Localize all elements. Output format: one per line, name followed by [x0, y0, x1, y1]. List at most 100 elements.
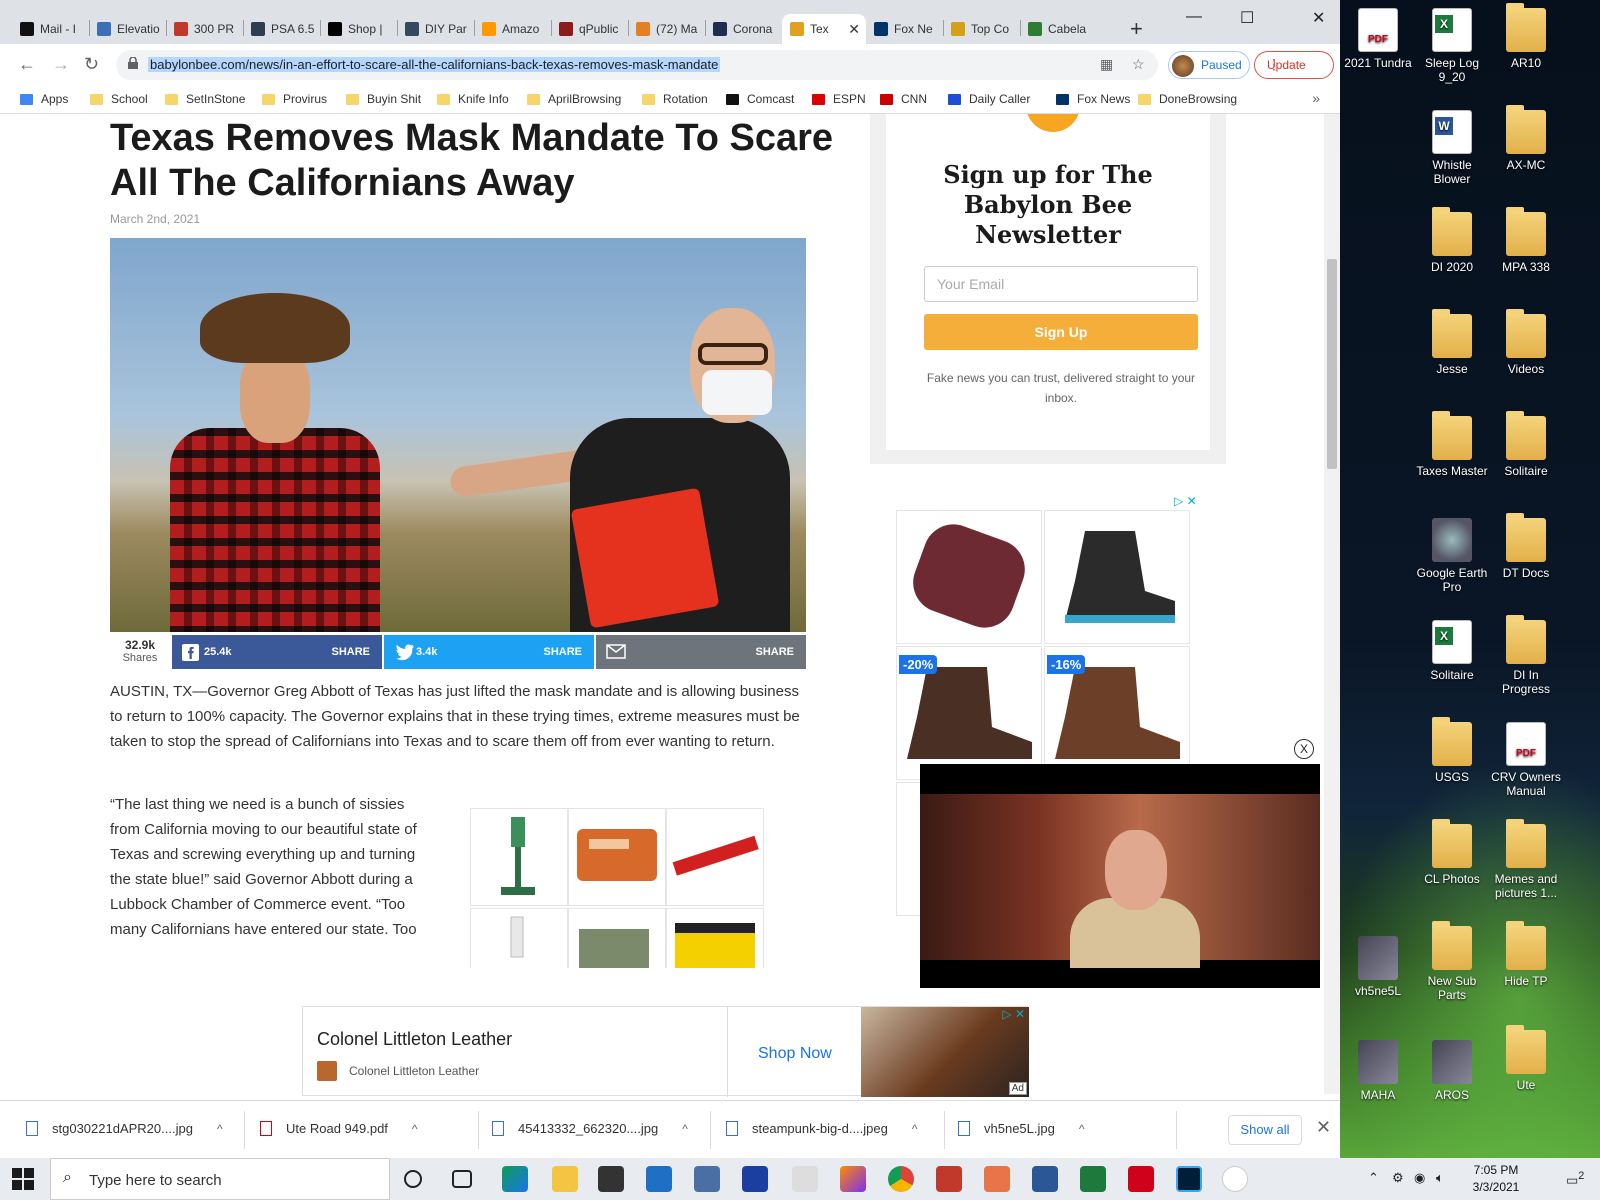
- desktop-icon[interactable]: Whistle Blower: [1414, 110, 1490, 186]
- download-item[interactable]: steampunk-big-d....jpeg ^: [726, 1121, 918, 1136]
- email-share-button[interactable]: SHARE: [596, 635, 806, 669]
- forward-icon[interactable]: →: [52, 54, 70, 75]
- ad-product-tile[interactable]: [896, 510, 1042, 644]
- show-all-downloads-button[interactable]: Show all: [1228, 1115, 1302, 1145]
- reload-icon[interactable]: ↻: [84, 54, 99, 75]
- taskbar-clock[interactable]: 7:05 PM 3/3/2021: [1456, 1162, 1536, 1196]
- ad-product-tile[interactable]: -20%: [896, 646, 1042, 780]
- desktop-icon[interactable]: New Sub Parts: [1414, 921, 1490, 1002]
- ad-product-tile[interactable]: [568, 808, 666, 906]
- desktop-icon[interactable]: DI In Progress: [1488, 615, 1564, 696]
- tray-app-icon[interactable]: ⚙: [1392, 1170, 1404, 1186]
- desktop-icon[interactable]: MAHA: [1340, 1040, 1416, 1102]
- facebook-share-button[interactable]: 25.4k SHARE: [172, 635, 382, 669]
- itunes-icon[interactable]: [1222, 1166, 1248, 1192]
- close-window-button[interactable]: ✕: [1312, 8, 1325, 28]
- bottom-banner-ad[interactable]: Colonel Littleton Leather Colonel Little…: [302, 1006, 1029, 1097]
- tab-2[interactable]: 300 PR: [166, 14, 243, 44]
- bookmark-item[interactable]: Rotation: [642, 92, 708, 106]
- chevron-up-icon[interactable]: ^: [412, 1122, 418, 1136]
- tab-11[interactable]: Fox Ne: [866, 14, 943, 44]
- desktop-icon[interactable]: Solitaire: [1488, 411, 1564, 478]
- tab-0[interactable]: Mail - I: [12, 14, 89, 44]
- close-tab-icon[interactable]: ✕: [848, 21, 860, 38]
- bookmark-item[interactable]: SetInStone: [165, 92, 245, 106]
- notifications-icon[interactable]: ▭2: [1566, 1170, 1584, 1188]
- ad-product-tile[interactable]: [666, 808, 764, 906]
- network-icon[interactable]: ◉: [1414, 1170, 1425, 1186]
- desktop-icon[interactable]: Google Earth Pro: [1414, 518, 1490, 594]
- store-icon[interactable]: [598, 1166, 624, 1192]
- desktop-icon[interactable]: Sleep Log 9_20: [1414, 8, 1490, 84]
- star-icon[interactable]: ☆: [1132, 56, 1145, 73]
- excel-icon[interactable]: [1080, 1166, 1106, 1192]
- desktop-icon[interactable]: Solitaire: [1414, 620, 1490, 682]
- qr-icon[interactable]: ▦: [1100, 56, 1113, 73]
- tab-1[interactable]: Elevatio: [89, 14, 166, 44]
- desktop-icon[interactable]: 2021 Tundra: [1340, 8, 1416, 70]
- download-item[interactable]: 45413332_662320....jpg ^: [492, 1121, 688, 1136]
- ad-product-tile[interactable]: [1044, 510, 1190, 644]
- taskbar-search[interactable]: ⌕ Type here to search: [50, 1158, 390, 1200]
- page-scrollbar[interactable]: [1324, 114, 1340, 1094]
- chrome-icon[interactable]: [888, 1166, 914, 1192]
- tab-13[interactable]: Cabela: [1020, 14, 1097, 44]
- tray-chevron-icon[interactable]: ⌃: [1368, 1170, 1379, 1186]
- floating-video-player[interactable]: [920, 764, 1320, 988]
- tab-3[interactable]: PSA 6.5: [243, 14, 320, 44]
- desktop-icon[interactable]: vh5ne5L: [1340, 936, 1416, 998]
- email-input[interactable]: [924, 266, 1198, 302]
- firefox-icon[interactable]: [840, 1166, 866, 1192]
- inline-product-ad[interactable]: ▷ ✕: [470, 806, 776, 968]
- desktop-icon[interactable]: DI 2020: [1414, 207, 1490, 274]
- bookmark-item[interactable]: Daily Caller: [948, 92, 1030, 106]
- acrobat-icon[interactable]: [1128, 1166, 1154, 1192]
- tab-5[interactable]: DIY Par: [397, 14, 474, 44]
- update-button[interactable]: Update ⋮: [1254, 51, 1334, 79]
- cortana-icon[interactable]: [404, 1170, 422, 1188]
- ad-product-tile[interactable]: [568, 908, 666, 968]
- sign-up-button[interactable]: Sign Up: [924, 314, 1198, 350]
- address-url[interactable]: babylonbee.com/news/in-an-effort-to-scar…: [148, 57, 721, 72]
- tab-8[interactable]: (72) Ma: [628, 14, 705, 44]
- chevron-up-icon[interactable]: ^: [1079, 1122, 1085, 1136]
- desktop-icon[interactable]: Videos: [1488, 309, 1564, 376]
- twitter-share-button[interactable]: 3.4k SHARE: [384, 635, 594, 669]
- desktop-icon[interactable]: Ute: [1488, 1025, 1564, 1092]
- profile-button[interactable]: Paused: [1168, 51, 1250, 79]
- desktop-icon[interactable]: AROS: [1414, 1040, 1490, 1102]
- tab-12[interactable]: Top Co: [943, 14, 1020, 44]
- desktop-icon[interactable]: Taxes Master: [1414, 411, 1490, 478]
- word-icon[interactable]: [1032, 1166, 1058, 1192]
- download-item[interactable]: stg030221dAPR20....jpg ^: [26, 1121, 223, 1136]
- back-icon[interactable]: ←: [18, 54, 36, 75]
- desktop-icon[interactable]: AR10: [1488, 3, 1564, 70]
- ad-product-tile[interactable]: [470, 908, 568, 968]
- adchoices-icon[interactable]: ▷ ✕: [1174, 494, 1197, 508]
- tab-6[interactable]: Amazo: [474, 14, 551, 44]
- desktop-icon[interactable]: Memes and pictures 1...: [1488, 819, 1564, 900]
- volume-icon[interactable]: 🔈︎: [1436, 1170, 1444, 1186]
- ad-product-image[interactable]: ▷ ✕ Ad: [861, 1007, 1029, 1097]
- bookmark-item[interactable]: Comcast: [726, 92, 794, 106]
- bookmark-item[interactable]: ESPN: [812, 92, 866, 106]
- video-close-button[interactable]: X: [1294, 739, 1314, 759]
- start-button[interactable]: [12, 1168, 34, 1190]
- app-icon[interactable]: [984, 1166, 1010, 1192]
- adchoices-icon[interactable]: ▷ ✕: [1002, 1007, 1025, 1021]
- bookmark-item[interactable]: School: [90, 92, 148, 106]
- file-explorer-icon[interactable]: [552, 1166, 578, 1192]
- desktop-icon[interactable]: Hide TP: [1488, 921, 1564, 988]
- calculator-icon[interactable]: [694, 1166, 720, 1192]
- bookmark-item[interactable]: Apps: [20, 92, 68, 106]
- ad-advertiser-name[interactable]: Colonel Littleton Leather: [317, 1029, 512, 1050]
- bookmark-item[interactable]: Buyin Shit: [346, 92, 421, 106]
- chevron-up-icon[interactable]: ^: [217, 1122, 223, 1136]
- task-view-icon[interactable]: [452, 1170, 472, 1188]
- download-item[interactable]: vh5ne5L.jpg ^: [958, 1121, 1084, 1136]
- download-item[interactable]: Ute Road 949.pdf ^: [260, 1121, 418, 1136]
- bookmark-item[interactable]: DoneBrowsing: [1138, 92, 1237, 106]
- ad-product-tile[interactable]: [666, 908, 764, 968]
- address-bar[interactable]: babylonbee.com/news/in-an-effort-to-scar…: [116, 50, 1158, 80]
- photoshop-icon[interactable]: [1176, 1166, 1202, 1192]
